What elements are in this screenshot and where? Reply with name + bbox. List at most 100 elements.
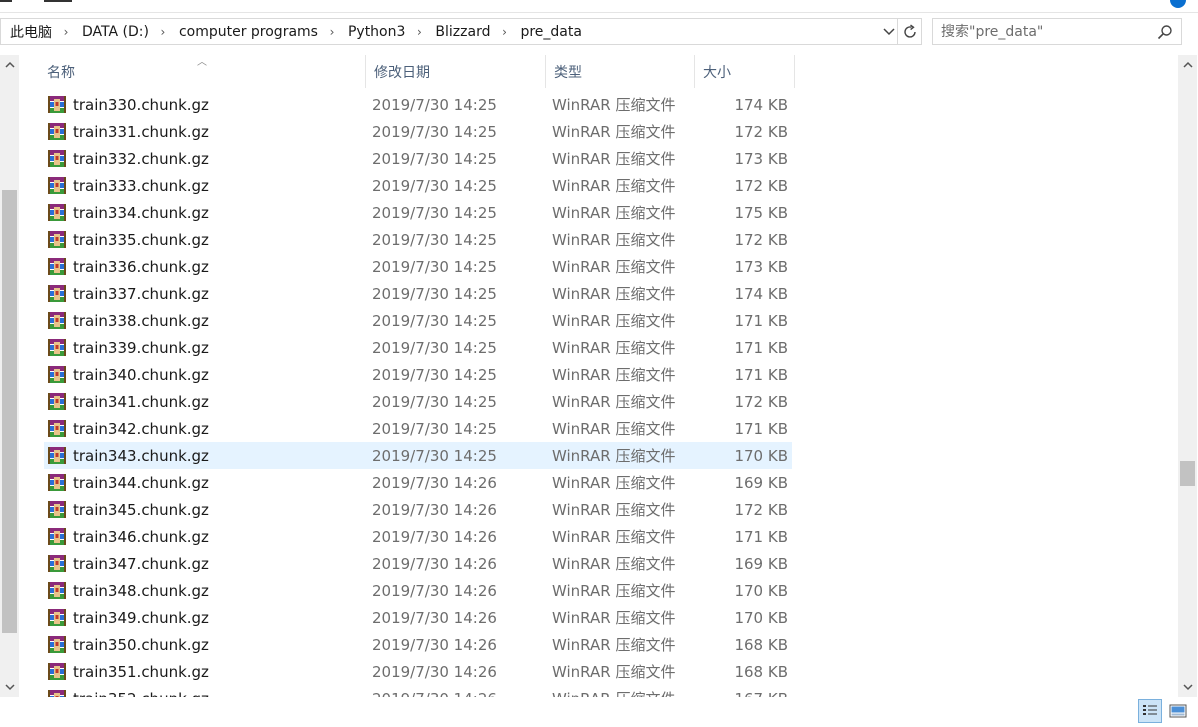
file-name-cell[interactable]: train330.chunk.gz <box>44 95 366 115</box>
file-name-cell[interactable]: train345.chunk.gz <box>44 500 366 520</box>
file-row[interactable]: train343.chunk.gz 2019/7/30 14:25 WinRAR 压… <box>44 442 792 469</box>
file-name-cell[interactable]: train332.chunk.gz <box>44 149 366 169</box>
file-name[interactable]: train349.chunk.gz <box>73 609 209 627</box>
search-input[interactable] <box>941 23 1151 41</box>
address-bar[interactable]: 此电脑 › DATA (D:) › computer programs › Python3 ›… <box>0 18 898 45</box>
file-row[interactable]: train342.chunk.gz 2019/7/30 14:25 WinRAR 压… <box>44 415 792 442</box>
column-header-name[interactable]: ︿ 名称 <box>44 55 366 88</box>
breadcrumb-item[interactable]: Blizzard <box>426 24 497 40</box>
file-name[interactable]: train346.chunk.gz <box>73 528 209 546</box>
breadcrumb-item[interactable]: computer programs <box>170 24 325 40</box>
file-name[interactable]: train335.chunk.gz <box>73 231 209 249</box>
file-row[interactable]: train332.chunk.gz 2019/7/30 14:25 WinRAR 压… <box>44 145 792 172</box>
file-name-cell[interactable]: train335.chunk.gz <box>44 230 366 250</box>
file-name-cell[interactable]: train346.chunk.gz <box>44 527 366 547</box>
file-name-cell[interactable]: train334.chunk.gz <box>44 203 366 223</box>
file-name[interactable]: train333.chunk.gz <box>73 177 209 195</box>
details-view-button[interactable] <box>1138 699 1162 723</box>
chevron-right-icon[interactable]: › <box>59 25 73 39</box>
file-name-cell[interactable]: train350.chunk.gz <box>44 635 366 655</box>
file-name[interactable]: train352.chunk.gz <box>73 690 209 698</box>
scroll-up-button[interactable] <box>0 55 19 75</box>
help-icon[interactable] <box>1170 0 1186 8</box>
file-name[interactable]: train330.chunk.gz <box>73 96 209 114</box>
file-row[interactable]: train345.chunk.gz 2019/7/30 14:26 WinRAR 压… <box>44 496 792 523</box>
file-name[interactable]: train351.chunk.gz <box>73 663 209 681</box>
file-name-cell[interactable]: train339.chunk.gz <box>44 338 366 358</box>
file-name[interactable]: train344.chunk.gz <box>73 474 209 492</box>
file-name-cell[interactable]: train341.chunk.gz <box>44 392 366 412</box>
search-icon[interactable] <box>1157 24 1173 40</box>
file-row[interactable]: train335.chunk.gz 2019/7/30 14:25 WinRAR 压… <box>44 226 792 253</box>
file-row[interactable]: train333.chunk.gz 2019/7/30 14:25 WinRAR 压… <box>44 172 792 199</box>
file-row[interactable]: train330.chunk.gz 2019/7/30 14:25 WinRAR 压… <box>44 91 792 118</box>
file-row[interactable]: train331.chunk.gz 2019/7/30 14:25 WinRAR 压… <box>44 118 792 145</box>
breadcrumb-item[interactable]: Python3 <box>339 24 412 40</box>
file-name[interactable]: train338.chunk.gz <box>73 312 209 330</box>
chevron-right-icon[interactable]: › <box>497 25 511 39</box>
file-row[interactable]: train347.chunk.gz 2019/7/30 14:26 WinRAR 压… <box>44 550 792 577</box>
file-row[interactable]: train349.chunk.gz 2019/7/30 14:26 WinRAR 压… <box>44 604 792 631</box>
scroll-up-button[interactable] <box>1178 55 1197 75</box>
refresh-button[interactable] <box>898 18 922 45</box>
file-name-cell[interactable]: train338.chunk.gz <box>44 311 366 331</box>
file-row[interactable]: train344.chunk.gz 2019/7/30 14:26 WinRAR 压… <box>44 469 792 496</box>
file-name-cell[interactable]: train347.chunk.gz <box>44 554 366 574</box>
file-row[interactable]: train334.chunk.gz 2019/7/30 14:25 WinRAR 压… <box>44 199 792 226</box>
file-name-cell[interactable]: train340.chunk.gz <box>44 365 366 385</box>
breadcrumb-item[interactable]: DATA (D:) <box>73 24 156 40</box>
file-row[interactable]: train339.chunk.gz 2019/7/30 14:25 WinRAR 压… <box>44 334 792 361</box>
file-row[interactable]: train341.chunk.gz 2019/7/30 14:25 WinRAR 压… <box>44 388 792 415</box>
file-name[interactable]: train331.chunk.gz <box>73 123 209 141</box>
file-name[interactable]: train350.chunk.gz <box>73 636 209 654</box>
file-row[interactable]: train350.chunk.gz 2019/7/30 14:26 WinRAR 压… <box>44 631 792 658</box>
scroll-down-button[interactable] <box>1178 677 1197 697</box>
file-row[interactable]: train348.chunk.gz 2019/7/30 14:26 WinRAR 压… <box>44 577 792 604</box>
file-name[interactable]: train334.chunk.gz <box>73 204 209 222</box>
file-name-cell[interactable]: train337.chunk.gz <box>44 284 366 304</box>
chevron-right-icon[interactable]: › <box>325 25 339 39</box>
file-name-cell[interactable]: train331.chunk.gz <box>44 122 366 142</box>
navigation-pane-scrollbar[interactable] <box>0 55 19 697</box>
column-header-date[interactable]: 修改日期 <box>366 55 546 88</box>
file-name[interactable]: train342.chunk.gz <box>73 420 209 438</box>
scroll-down-button[interactable] <box>0 677 19 697</box>
file-name[interactable]: train337.chunk.gz <box>73 285 209 303</box>
scrollbar-thumb[interactable] <box>1180 461 1195 486</box>
file-name[interactable]: train343.chunk.gz <box>73 447 209 465</box>
file-name-cell[interactable]: train343.chunk.gz <box>44 446 366 466</box>
file-name-cell[interactable]: train333.chunk.gz <box>44 176 366 196</box>
file-row[interactable]: train337.chunk.gz 2019/7/30 14:25 WinRAR 压… <box>44 280 792 307</box>
breadcrumb-item[interactable]: pre_data <box>511 24 588 40</box>
column-header-type[interactable]: 类型 <box>546 55 695 88</box>
file-name[interactable]: train345.chunk.gz <box>73 501 209 519</box>
file-name-cell[interactable]: train336.chunk.gz <box>44 257 366 277</box>
file-row[interactable]: train352.chunk.gz 2019/7/30 14:26WinRAR 压… <box>44 685 792 697</box>
file-name-cell[interactable]: train344.chunk.gz <box>44 473 366 493</box>
file-name-cell[interactable]: train342.chunk.gz <box>44 419 366 439</box>
scrollbar-thumb[interactable] <box>2 190 17 633</box>
file-row[interactable]: train351.chunk.gz 2019/7/30 14:26 WinRAR 压… <box>44 658 792 685</box>
file-name-cell[interactable]: train352.chunk.gz <box>44 689 366 698</box>
file-list-scrollbar[interactable] <box>1178 55 1197 697</box>
address-history-dropdown[interactable] <box>880 18 898 45</box>
file-name[interactable]: train341.chunk.gz <box>73 393 209 411</box>
file-name[interactable]: train348.chunk.gz <box>73 582 209 600</box>
file-name[interactable]: train347.chunk.gz <box>73 555 209 573</box>
file-name-cell[interactable]: train349.chunk.gz <box>44 608 366 628</box>
file-name[interactable]: train336.chunk.gz <box>73 258 209 276</box>
chevron-right-icon[interactable]: › <box>412 25 426 39</box>
file-name[interactable]: train332.chunk.gz <box>73 150 209 168</box>
breadcrumb-item[interactable]: 此电脑 <box>1 22 59 42</box>
file-name-cell[interactable]: train348.chunk.gz <box>44 581 366 601</box>
file-row[interactable]: train338.chunk.gz 2019/7/30 14:25 WinRAR 压… <box>44 307 792 334</box>
file-name-cell[interactable]: train351.chunk.gz <box>44 662 366 682</box>
column-header-size[interactable]: 大小 <box>695 55 795 88</box>
large-icons-view-button[interactable] <box>1166 699 1190 723</box>
search-box[interactable] <box>932 18 1182 45</box>
file-name[interactable]: train340.chunk.gz <box>73 366 209 384</box>
chevron-right-icon[interactable]: › <box>156 25 170 39</box>
file-row[interactable]: train346.chunk.gz 2019/7/30 14:26 WinRAR 压… <box>44 523 792 550</box>
file-row[interactable]: train336.chunk.gz 2019/7/30 14:25 WinRAR 压… <box>44 253 792 280</box>
file-row[interactable]: train340.chunk.gz 2019/7/30 14:25 WinRAR 压… <box>44 361 792 388</box>
